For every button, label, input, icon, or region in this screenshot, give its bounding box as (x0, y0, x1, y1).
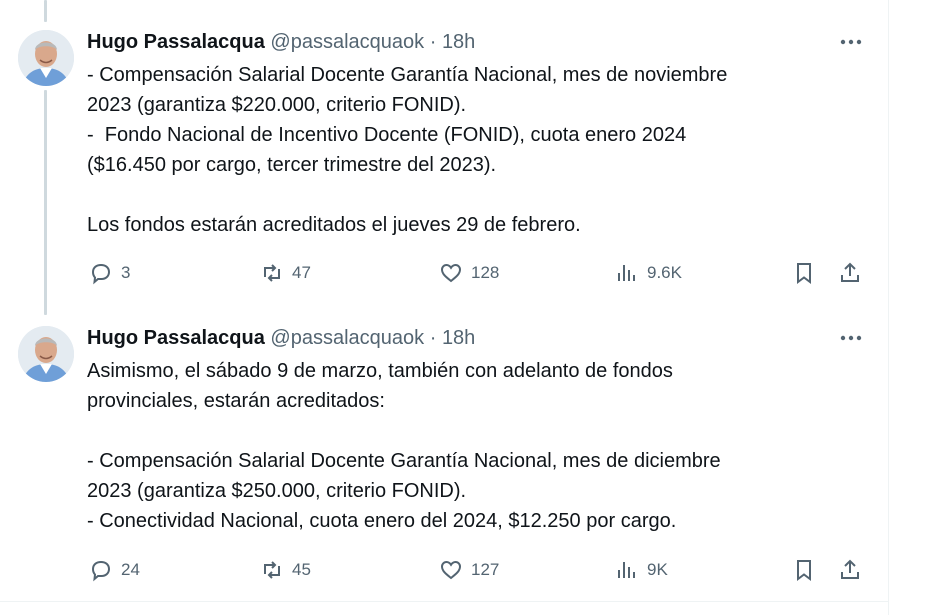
retweet-icon (264, 264, 280, 282)
tweet-header: Hugo Passalacqua @passalacquaok · 18h (87, 29, 475, 55)
reply-button[interactable]: 3 (89, 258, 130, 288)
share-icon (841, 559, 859, 579)
tweet-time[interactable]: 18h (442, 327, 475, 349)
meta-separator: · (429, 327, 437, 349)
avatar-image (18, 326, 74, 382)
like-button[interactable]: 127 (439, 555, 499, 585)
bookmark-icon (797, 560, 811, 581)
views-icon (618, 265, 635, 281)
like-count: 127 (471, 560, 500, 579)
share-button[interactable] (838, 555, 862, 585)
views-count: 9.6K (647, 263, 682, 282)
author-name[interactable]: Hugo Passalacqua (87, 31, 265, 53)
bookmark-button[interactable] (792, 555, 816, 585)
reply-icon (91, 263, 111, 285)
more-icon (840, 335, 862, 341)
author-handle[interactable]: @passalacquaok (270, 31, 424, 53)
tweet-text: - Compensación Salarial Docente Garantía… (87, 64, 728, 236)
bookmark-icon (797, 263, 811, 284)
retweet-count: 47 (292, 263, 311, 282)
retweet-icon (264, 561, 280, 579)
retweet-button[interactable]: 45 (260, 555, 311, 585)
avatar[interactable] (18, 326, 74, 382)
tweet-header: Hugo Passalacqua @passalacquaok · 18h (87, 325, 475, 351)
tweet[interactable]: Hugo Passalacqua @passalacquaok · 18h As… (0, 300, 888, 600)
reply-button[interactable]: 24 (89, 555, 140, 585)
like-count: 128 (471, 263, 500, 282)
like-icon (440, 263, 462, 283)
retweet-count: 45 (292, 560, 311, 579)
views-button[interactable]: 9.6K (615, 258, 682, 288)
author-handle[interactable]: @passalacquaok (270, 327, 424, 349)
meta-separator: · (429, 31, 437, 53)
share-button[interactable] (838, 258, 862, 288)
like-button[interactable]: 128 (439, 258, 499, 288)
reply-count: 24 (121, 560, 140, 579)
reply-icon (91, 560, 111, 582)
author-name[interactable]: Hugo Passalacqua (87, 327, 265, 349)
views-icon (618, 562, 635, 578)
tweet-divider (0, 601, 889, 602)
views-count: 9K (647, 560, 668, 579)
more-button[interactable] (836, 326, 866, 350)
like-icon (440, 560, 462, 580)
avatar-image (18, 30, 74, 86)
reply-count: 3 (121, 263, 131, 282)
timeline: Hugo Passalacqua @passalacquaok · 18h - … (0, 0, 889, 615)
retweet-button[interactable]: 47 (260, 258, 311, 288)
tweet[interactable]: Hugo Passalacqua @passalacquaok · 18h - … (0, 0, 888, 300)
share-icon (841, 262, 859, 282)
tweet-actions: 3 47 128 9.6K (87, 258, 867, 288)
more-icon (840, 39, 862, 45)
tweet-time[interactable]: 18h (442, 31, 475, 53)
views-button[interactable]: 9K (615, 555, 668, 585)
more-button[interactable] (836, 30, 866, 54)
tweet-text: Asimismo, el sábado 9 de marzo, también … (87, 360, 721, 532)
tweet-actions: 24 45 127 9K (87, 555, 867, 585)
avatar[interactable] (18, 30, 74, 86)
bookmark-button[interactable] (792, 258, 816, 288)
